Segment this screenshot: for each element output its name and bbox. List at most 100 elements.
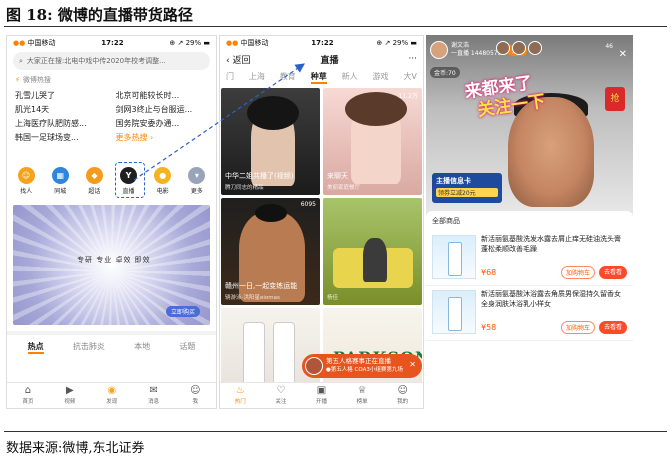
view-product-button[interactable]: 去看看: [598, 321, 627, 334]
status-bar: ●● 中国移动 17:22 ⊕ ↗ 29% ▬: [13, 39, 210, 47]
live-highlight-box: [115, 162, 146, 198]
gold-badge: 金币:70: [430, 67, 460, 78]
tab-hot[interactable]: 热点: [27, 341, 44, 354]
tab-zhongcao[interactable]: 种草: [310, 71, 327, 84]
message-icon: ✉: [149, 385, 158, 396]
flame-icon: ⚡: [15, 76, 20, 84]
profile-icon: ☺: [190, 385, 201, 396]
avatar: [305, 357, 323, 375]
live-notification-popup[interactable]: 第五人格赛事正在直播 ●第五人格 COA3小组赛第九场 ✕: [302, 354, 422, 378]
add-to-cart-button[interactable]: 加购物车: [560, 321, 595, 334]
back-button[interactable]: ‹ 返回: [226, 53, 251, 66]
city-icon: ▦: [51, 167, 69, 184]
search-icon: ⌕: [19, 56, 23, 65]
camera-icon: ▣: [316, 385, 327, 396]
find-people-button[interactable]: ☺ 找人: [17, 167, 35, 195]
tab-topics[interactable]: 话题: [179, 341, 195, 354]
nav-messages[interactable]: ✉ 消息: [148, 385, 159, 406]
nav-hot[interactable]: ♨ 热门: [235, 385, 246, 406]
add-to-cart-button[interactable]: 加购物车: [560, 266, 595, 279]
heart-icon: ♡: [276, 385, 286, 396]
live-video[interactable]: 谢文浩一直播 14480575 关注 46 ✕ 金币:70 来都来了关注一下 抢…: [426, 35, 633, 217]
nav-follow[interactable]: ♡ 关注: [275, 385, 286, 406]
bottom-nav: ⌂ 首页 ▶ 视频 ◉ 发现 ✉ 消息 ☺ 我: [7, 382, 216, 408]
host-info-card[interactable]: 主播信息卡 领券立减20元: [432, 173, 502, 203]
viewer-count: 46: [605, 43, 613, 50]
banner-text: 专研 专业 卓效 即效: [77, 256, 151, 264]
tab-newbies[interactable]: 新人: [342, 71, 358, 84]
more-hot-link[interactable]: 更多热搜 ›: [116, 132, 209, 143]
tab-local[interactable]: 本地: [134, 341, 150, 354]
hot-item[interactable]: 上海医疗队肥防感...: [15, 118, 108, 129]
tab-bigv[interactable]: 大V: [403, 71, 416, 84]
live-tile[interactable]: 6095 赣州一日,一起变练运能 辆游泳-洪阳星eiomas: [221, 198, 320, 305]
price: ¥68: [481, 268, 497, 277]
nav-ranking[interactable]: ♕ 榜单: [357, 385, 368, 406]
diamond-icon: ◆: [85, 167, 103, 184]
banner-buy-button[interactable]: 立即购买: [165, 306, 200, 317]
tab-category[interactable]: 门: [226, 71, 234, 84]
profile-icon: ☺: [397, 385, 408, 396]
ad-banner[interactable]: 专研 专业 卓效 即效 立即购买: [13, 205, 210, 325]
live-button[interactable]: Y 直播: [115, 162, 146, 198]
page-title: 直播: [320, 55, 339, 66]
flame-icon: ♨: [235, 385, 245, 396]
hot-item[interactable]: 肌光14天: [15, 104, 108, 115]
home-icon: ⌂: [24, 385, 32, 396]
live-header: ‹ 返回 直播 ···: [220, 50, 423, 68]
bottom-nav: ♨ 热门 ♡ 关注 ▣ 开播 ♕ 榜单 ☺ 我的: [220, 382, 423, 408]
super-topic-button[interactable]: ◆ 超话: [85, 167, 103, 195]
view-product-button[interactable]: 去看看: [598, 266, 627, 279]
nearby-button[interactable]: ▦ 同城: [51, 167, 69, 195]
product-thumbnail: [432, 235, 476, 279]
hot-item[interactable]: 剑网3终止与台服运...: [116, 104, 209, 115]
more-icon: ▾: [188, 167, 206, 184]
hot-item[interactable]: 北京可能较长时...: [116, 90, 209, 101]
live-room-screen: 谢文浩一直播 14480575 关注 46 ✕ 金币:70 来都来了关注一下 抢…: [426, 35, 633, 409]
live-tile[interactable]: 杨佳: [323, 198, 422, 305]
hot-search-list: 孔雪儿哭了 北京可能较长时... 肌光14天 剑网3终止与台服运... 上海医疗…: [7, 88, 216, 145]
product-list: 全部商品 新活丽氨基酸洗发水露去屑止痒无硅油洗头膏蓬松柔顺改善毛躁 ¥68 加购…: [426, 211, 633, 409]
nav-mine[interactable]: ☺ 我的: [397, 385, 408, 406]
hot-item[interactable]: 孔雪儿哭了: [15, 90, 108, 101]
live-category-tabs: 门 上海 教育 种草 新人 游戏 大V: [220, 68, 423, 88]
close-icon[interactable]: ✕: [619, 49, 627, 60]
live-tile[interactable]: 中华二姐共播了(视频) 腾刀同志的精品: [221, 88, 320, 195]
tab-games[interactable]: 游戏: [373, 71, 389, 84]
nav-golive[interactable]: ▣ 开播: [316, 385, 327, 406]
bottom-rule: [4, 431, 667, 432]
tab-shanghai[interactable]: 上海: [249, 71, 265, 84]
product-item[interactable]: 新活丽氨基酸洗发水露去屑止痒无硅油洗头膏蓬松柔顺改善毛躁 ¥68 加购物车 去看…: [426, 231, 633, 286]
product-item[interactable]: 新活丽氨基酸沐浴露去角质男保湿持久留香女全身润肤沐浴乳小样女 ¥58 加购物车 …: [426, 286, 633, 341]
red-packet-button[interactable]: 抢: [605, 87, 625, 111]
live-list-screen: ●● 中国移动 17:22 ⊕ ↗ 29% ▬ ‹ 返回 直播 ··· 门 上海…: [219, 35, 424, 409]
status-bar: ●● 中国移动 17:22 ⊕ ↗ 29% ▬: [226, 39, 417, 47]
topic-tabs: 热点 抗击肺炎 本地 话题: [7, 331, 216, 356]
more-button[interactable]: ▾ 更多: [188, 167, 206, 195]
product-thumbnail: [432, 290, 476, 334]
live-tile[interactable]: 11.2万 来聊天 美丽家庭餐厅: [323, 88, 422, 195]
trophy-icon: ♕: [357, 385, 367, 396]
film-icon: ●: [154, 167, 172, 184]
price: ¥58: [481, 323, 497, 332]
hot-item[interactable]: 国务院安委办通...: [116, 118, 209, 129]
tab-education[interactable]: 教育: [280, 71, 296, 84]
search-input[interactable]: ⌕ 大家正在搜:北电中戏中传2020年校考调整...: [13, 52, 210, 70]
nav-video[interactable]: ▶ 视频: [64, 385, 75, 406]
viewer-avatars: [496, 41, 542, 55]
top-rule: [4, 26, 667, 27]
nav-me[interactable]: ☺ 我: [190, 385, 201, 406]
avatar: [430, 41, 448, 59]
video-icon: ▶: [66, 385, 74, 396]
nav-discover[interactable]: ◉ 发现: [106, 386, 117, 406]
person-icon: ☺: [17, 167, 35, 184]
nav-home[interactable]: ⌂ 首页: [22, 385, 33, 406]
more-menu-button[interactable]: ···: [408, 54, 417, 64]
figure-title: 图 18: 微博的直播带货路径: [6, 6, 193, 24]
tab-epidemic[interactable]: 抗击肺炎: [73, 341, 105, 354]
figure-source: 数据来源:微博,东北证券: [6, 441, 145, 456]
hot-item[interactable]: 韩国一足球场变...: [15, 132, 108, 143]
hot-search-header: ⚡ 微博热搜: [15, 76, 51, 84]
close-icon[interactable]: ✕: [409, 360, 416, 369]
movie-button[interactable]: ● 电影: [154, 167, 172, 195]
